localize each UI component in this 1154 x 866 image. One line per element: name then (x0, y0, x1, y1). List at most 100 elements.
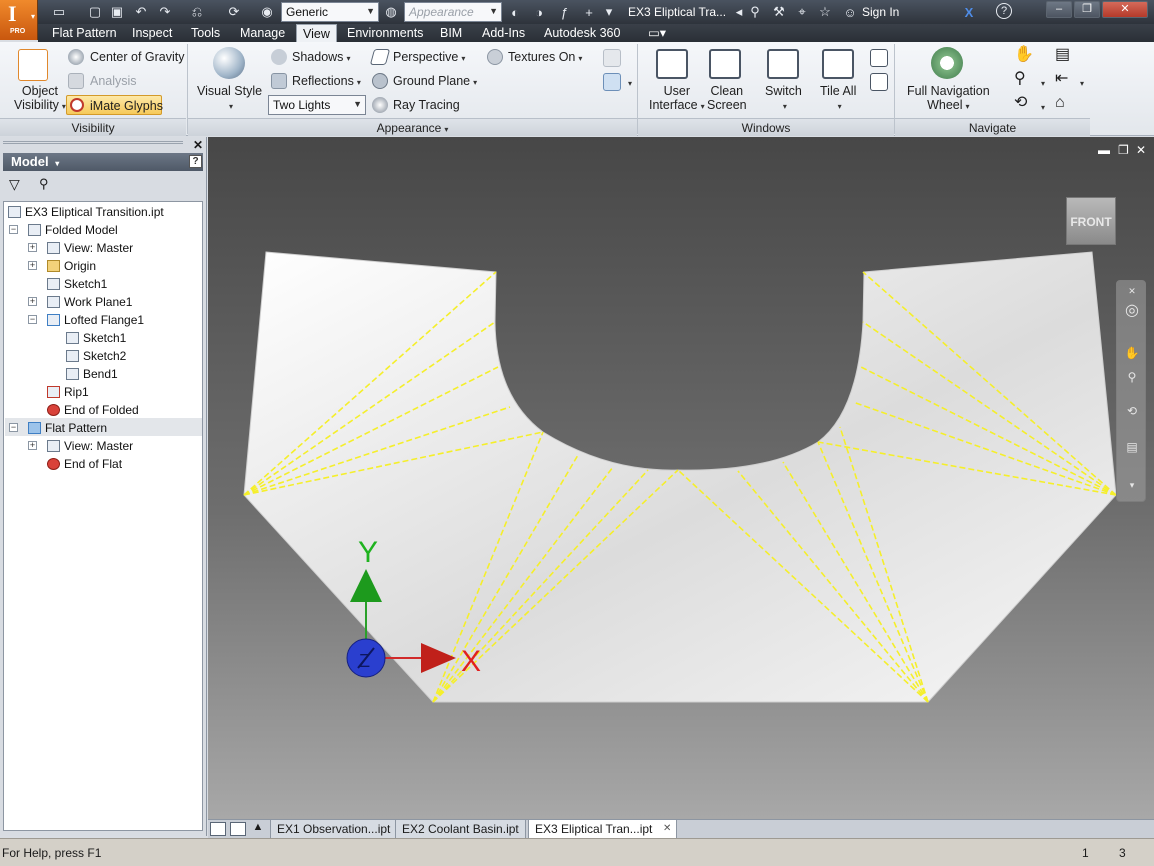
customize-icon[interactable]: ▾ (600, 3, 618, 21)
user-icon[interactable]: ☺ (841, 3, 859, 21)
appearance-panel-title[interactable]: Appearance ▾ (188, 118, 637, 136)
orbit-dropdown[interactable]: ▾ (1038, 99, 1045, 115)
tab-flat-pattern[interactable]: Flat Pattern (46, 24, 123, 42)
find-icon[interactable]: ⚲ (39, 176, 49, 192)
application-menu-button[interactable]: I PRO ▾ (0, 0, 38, 40)
orbit-icon[interactable]: ⟲ (1014, 95, 1027, 111)
close-icon[interactable]: ✕ (663, 820, 671, 838)
browser-help-button[interactable]: ? (189, 155, 202, 168)
visual-style-button[interactable]: Visual Style ▾ (197, 84, 262, 114)
tree-node-bend1[interactable]: Bend1 (66, 366, 118, 383)
zoom-icon[interactable]: ⚲ (1124, 369, 1140, 385)
collapse-toggle[interactable]: − (9, 225, 18, 234)
document-menu-icon[interactable]: ▲ (250, 821, 266, 837)
exchange-icon[interactable]: X (960, 3, 978, 21)
tree-node-lofted-flange1[interactable]: Lofted Flange1 (47, 312, 144, 329)
tile-all-button[interactable]: Tile All ▾ (820, 84, 856, 114)
graphics-viewport[interactable]: Y X Z ▬ ❐ ✕ FRONT ✕ ◎ ✋ ⚲ ⟲ ▤ ▾ (208, 137, 1154, 819)
browser-grip[interactable] (3, 141, 183, 144)
clear-icon[interactable]: ◑ (530, 3, 548, 21)
save-icon[interactable]: ▣ (108, 3, 126, 21)
close-icon[interactable]: ✕ (193, 138, 203, 152)
browser-title[interactable]: Model ▾ ? (3, 153, 203, 171)
center-of-gravity-button[interactable]: Center of Gravity (90, 50, 184, 64)
collapse-toggle[interactable]: − (9, 423, 18, 432)
tree-node-rip1[interactable]: Rip1 (47, 384, 89, 401)
perspective-button[interactable]: Perspective ▾ (393, 50, 465, 66)
chevron-down-icon[interactable]: ▾ (1124, 477, 1140, 493)
steering-wheel-icon[interactable]: ◎ (1124, 303, 1140, 319)
tab-add-ins[interactable]: Add-Ins (476, 24, 531, 42)
ground-plane-button[interactable]: Ground Plane ▾ (393, 74, 477, 90)
pan-icon[interactable]: ✋ (1124, 345, 1140, 361)
full-navigation-wheel-button[interactable]: Full Navigation Wheel ▾ (907, 84, 990, 114)
document-tab-ex2[interactable]: EX2 Coolant Basin.ipt (395, 820, 526, 839)
tree-node-sketch2[interactable]: Sketch2 (66, 348, 126, 365)
textures-button[interactable]: Textures On ▾ (508, 50, 582, 66)
collapse-toggle[interactable]: − (28, 315, 37, 324)
home-view-icon[interactable]: ⌂ (1055, 95, 1065, 111)
cascade-icon[interactable] (870, 49, 888, 67)
tab-manage[interactable]: Manage (234, 24, 291, 42)
expand-toggle[interactable]: + (28, 297, 37, 306)
help-button[interactable]: ? (996, 3, 1012, 19)
document-tab-ex1[interactable]: EX1 Observation...ipt (270, 820, 398, 839)
binoculars-icon[interactable]: ⚲ (746, 3, 764, 21)
tree-node-part[interactable]: EX3 Eliptical Transition.ipt (8, 204, 164, 221)
plus-icon[interactable]: + (580, 3, 598, 21)
switch-button[interactable]: Switch ▾ (765, 84, 802, 114)
clean-screen-button[interactable]: Clean Screen (707, 84, 747, 112)
new-icon[interactable]: ▭ (50, 3, 68, 21)
restore-button[interactable]: ❐ (1074, 1, 1100, 18)
lighting-style-combo[interactable]: Two Lights ▼ (268, 95, 366, 115)
orbit-icon[interactable]: ⟲ (1124, 403, 1140, 419)
shadows-button[interactable]: Shadows ▾ (292, 50, 350, 66)
tree-node-origin[interactable]: Origin (47, 258, 96, 275)
tree-node-view-master-flat[interactable]: View: Master (47, 438, 133, 455)
tab-tools[interactable]: Tools (185, 24, 226, 42)
viewcube[interactable]: FRONT (1066, 197, 1116, 245)
tab-inspect[interactable]: Inspect (126, 24, 178, 42)
material-icon[interactable]: ◉ (258, 3, 276, 21)
cascade-icon[interactable] (210, 822, 226, 836)
tree-node-end-of-flat[interactable]: End of Flat (47, 456, 122, 473)
tree-node-sketch1-child[interactable]: Sketch1 (66, 330, 126, 347)
look-at-icon[interactable]: ▤ (1124, 439, 1140, 455)
expand-toggle[interactable]: + (28, 261, 37, 270)
tree-node-flat-pattern[interactable]: Flat Pattern (28, 420, 107, 437)
appearance-color-icon[interactable]: ◍ (382, 3, 400, 21)
quarter-section-icon[interactable] (603, 73, 621, 91)
user-interface-button[interactable]: User Interface ▾ (649, 84, 705, 114)
satellite-icon[interactable]: ⌖ (793, 3, 811, 21)
return-icon[interactable]: ⎌ (188, 3, 206, 21)
tab-bim[interactable]: BIM (434, 24, 468, 42)
adjust-icon[interactable]: ◐ (506, 3, 524, 21)
viewport-close-icon[interactable]: ✕ (1136, 143, 1146, 157)
tree-node-sketch1[interactable]: Sketch1 (47, 276, 107, 293)
tile-icon[interactable] (230, 822, 246, 836)
new-window-icon[interactable] (870, 73, 888, 91)
document-tab-ex3[interactable]: EX3 Eliptical Tran...ipt ✕ (528, 820, 678, 839)
redo-icon[interactable]: ↷ (156, 3, 174, 21)
section-dropdown[interactable]: ▾ (625, 75, 632, 91)
tab-autodesk-360[interactable]: Autodesk 360 (538, 24, 626, 42)
tree-node-end-of-folded[interactable]: End of Folded (47, 402, 139, 419)
tab-view[interactable]: View (296, 24, 337, 43)
object-visibility-button[interactable]: Object Visibility ▾ (14, 84, 66, 114)
ribbon-display-toggle[interactable]: ▭▾ (642, 24, 672, 42)
material-combo[interactable]: Generic ▼ (281, 2, 379, 22)
minimize-button[interactable]: – (1046, 1, 1072, 18)
star-icon[interactable]: ☆ (816, 3, 834, 21)
open-icon[interactable]: ▢ (86, 3, 104, 21)
undo-icon[interactable]: ↶ (132, 3, 150, 21)
viewport-minimize-icon[interactable]: ▬ (1098, 143, 1110, 157)
ray-tracing-button[interactable]: Ray Tracing (393, 98, 460, 112)
analysis-button[interactable]: Analysis (90, 74, 137, 88)
previous-view-icon[interactable]: ⇤ (1055, 71, 1068, 87)
wrench-icon[interactable]: ⚒ (770, 3, 788, 21)
zoom-icon[interactable]: ⚲ (1014, 71, 1026, 87)
imate-glyphs-button[interactable]: iMate Glyphs (66, 95, 163, 115)
tree-node-view-master[interactable]: View: Master (47, 240, 133, 257)
half-section-icon[interactable] (603, 49, 621, 67)
close-icon[interactable]: ✕ (1124, 283, 1140, 299)
